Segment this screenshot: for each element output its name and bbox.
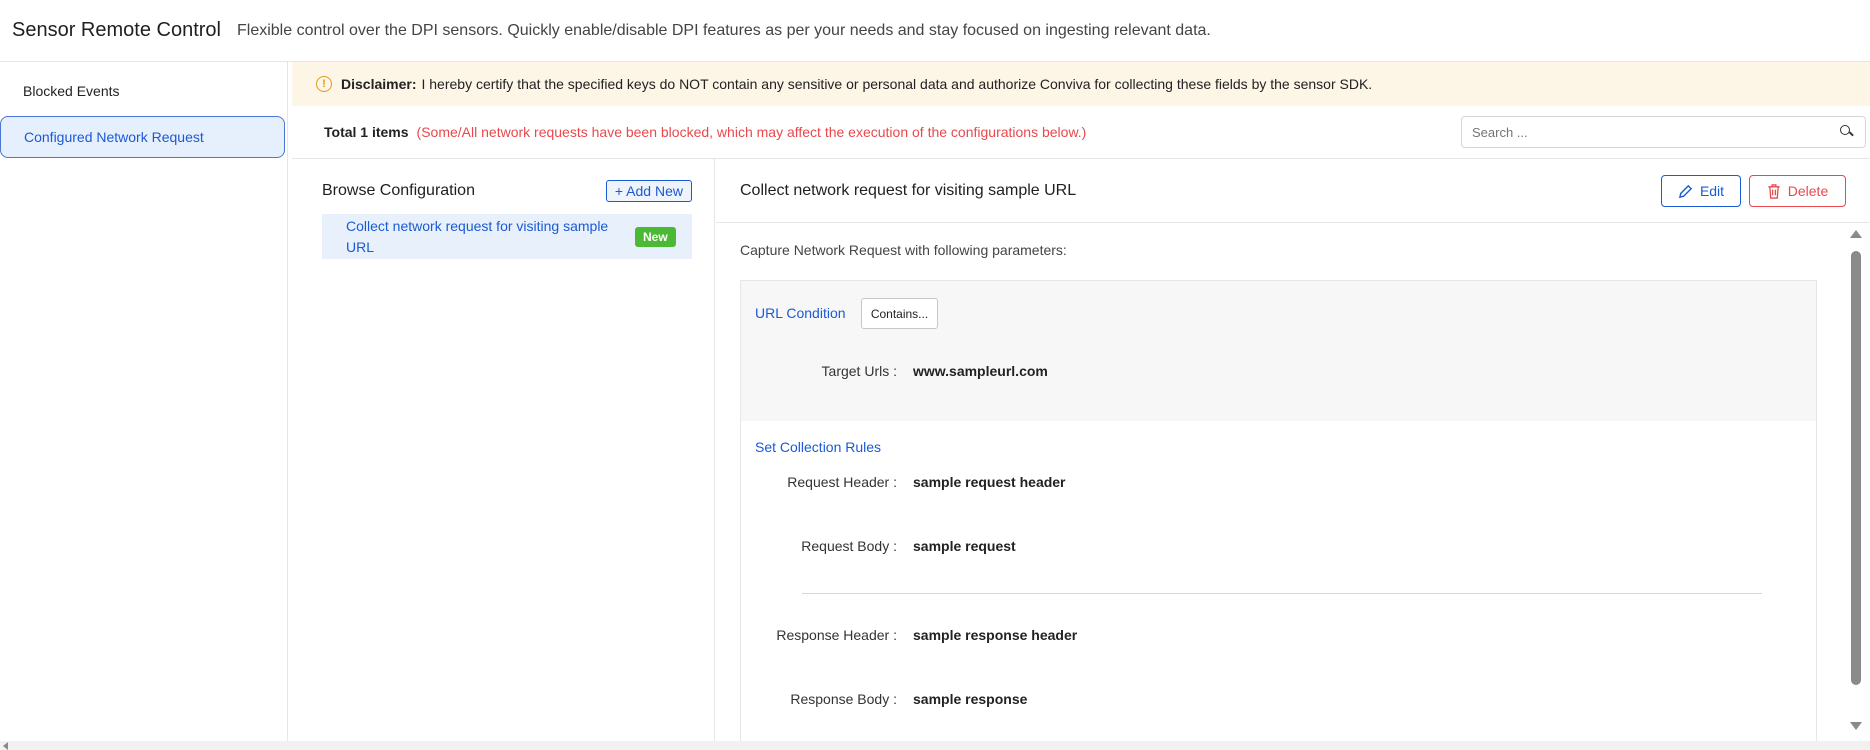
disclaimer-label: Disclaimer: bbox=[341, 76, 417, 92]
url-condition-section: URL Condition Contains... Target Urls : … bbox=[741, 281, 1816, 421]
scroll-up-icon[interactable] bbox=[1850, 230, 1862, 238]
scroll-thumb[interactable] bbox=[1851, 251, 1861, 685]
divider bbox=[802, 593, 1762, 594]
list-item[interactable]: Collect network request for visiting sam… bbox=[322, 214, 692, 259]
pencil-icon bbox=[1678, 184, 1693, 198]
sidebar-item-label: Configured Network Request bbox=[24, 129, 204, 145]
scroll-down-icon[interactable] bbox=[1850, 722, 1862, 730]
response-header-label: Response Header : bbox=[776, 627, 897, 643]
delete-label: Delete bbox=[1787, 183, 1829, 199]
search-icon[interactable] bbox=[1839, 124, 1855, 140]
request-header-value: sample request header bbox=[913, 474, 1066, 490]
browse-title: Browse Configuration bbox=[322, 182, 475, 199]
horizontal-scrollbar[interactable] bbox=[0, 741, 1870, 750]
info-circle-icon: ! bbox=[316, 76, 332, 92]
blocked-warning: (Some/All network requests have been blo… bbox=[416, 124, 1087, 140]
disclaimer-banner: ! Disclaimer: I hereby certify that the … bbox=[292, 62, 1870, 106]
page-description: Flexible control over the DPI sensors. Q… bbox=[236, 21, 1211, 39]
page-header: Sensor Remote Control Flexible control o… bbox=[0, 0, 1870, 62]
parameters-card: URL Condition Contains... Target Urls : … bbox=[740, 280, 1817, 750]
collection-rules-label: Set Collection Rules bbox=[755, 439, 882, 455]
url-condition-select[interactable]: Contains... bbox=[861, 298, 938, 329]
vertical-scrollbar[interactable] bbox=[1849, 230, 1863, 736]
new-badge: New bbox=[635, 226, 676, 247]
trash-icon bbox=[1768, 183, 1780, 199]
browse-header: Browse Configuration + Add New bbox=[322, 176, 692, 206]
response-header-value: sample response header bbox=[913, 627, 1078, 643]
response-body-label: Response Body : bbox=[790, 691, 897, 707]
url-condition-label: URL Condition bbox=[755, 305, 846, 321]
detail-header: Collect network request for visiting sam… bbox=[716, 159, 1870, 223]
total-count: Total 1 items bbox=[324, 124, 409, 140]
request-body-value: sample request bbox=[913, 538, 1016, 554]
sidebar-item-configured-network-request[interactable]: Configured Network Request bbox=[0, 116, 285, 158]
search-box[interactable] bbox=[1461, 116, 1866, 148]
sidebar-item-blocked-events[interactable]: Blocked Events bbox=[0, 70, 285, 112]
disclaimer-text: I hereby certify that the specified keys… bbox=[421, 76, 1373, 92]
config-item-label: Collect network request for visiting sam… bbox=[346, 217, 609, 255]
edit-button[interactable]: Edit bbox=[1661, 175, 1741, 207]
sidebar-item-label: Blocked Events bbox=[23, 83, 120, 99]
capture-description: Capture Network Request with following p… bbox=[740, 242, 1067, 258]
page-title: Sensor Remote Control bbox=[12, 19, 221, 41]
detail-title: Collect network request for visiting sam… bbox=[740, 181, 1077, 199]
add-new-button[interactable]: + Add New bbox=[605, 180, 692, 202]
response-body-value: sample response bbox=[913, 691, 1028, 707]
sidebar: Blocked Events Configured Network Reques… bbox=[0, 62, 288, 742]
target-urls-label: Target Urls : bbox=[821, 363, 897, 379]
list-toolbar: Total 1 items (Some/All network requests… bbox=[292, 106, 1870, 159]
browse-configuration-panel: Browse Configuration + Add New Collect n… bbox=[292, 159, 715, 742]
request-header-label: Request Header : bbox=[787, 474, 897, 490]
target-urls-value: www.sampleurl.com bbox=[913, 363, 1048, 379]
request-body-label: Request Body : bbox=[801, 538, 897, 554]
delete-button[interactable]: Delete bbox=[1749, 175, 1846, 207]
search-input[interactable] bbox=[1472, 124, 1839, 140]
edit-label: Edit bbox=[1699, 183, 1725, 199]
scroll-left-icon[interactable] bbox=[3, 742, 8, 750]
configuration-detail-panel: Collect network request for visiting sam… bbox=[716, 159, 1870, 750]
